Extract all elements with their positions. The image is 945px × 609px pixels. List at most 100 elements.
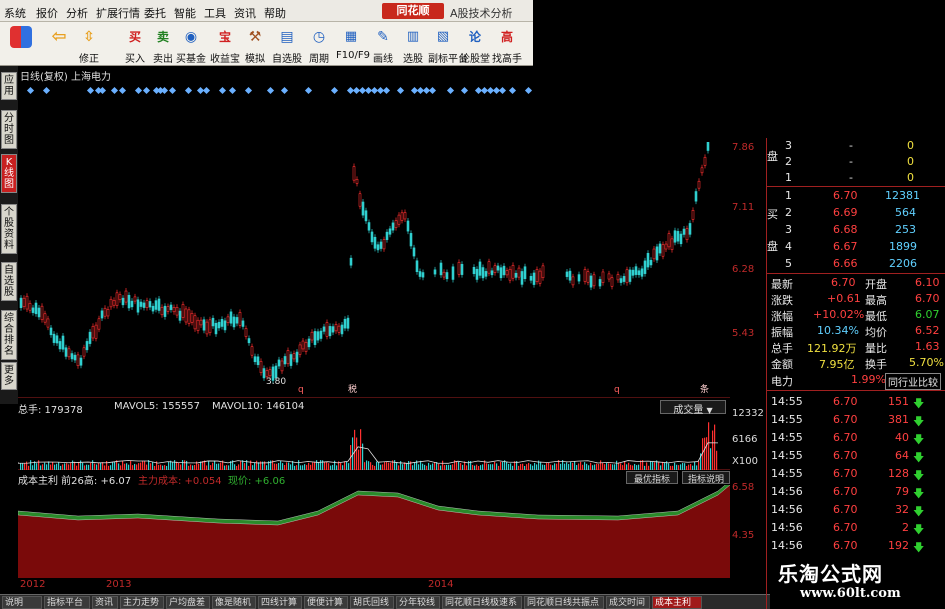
- bottom-tab[interactable]: 胡氏回线: [350, 596, 394, 609]
- event-diamond-icon[interactable]: [330, 86, 339, 95]
- menu-tools[interactable]: 工具: [204, 5, 226, 21]
- menu-news[interactable]: 资讯: [234, 5, 256, 21]
- volume-bar: [624, 461, 626, 470]
- tab-apps[interactable]: 应用: [1, 72, 17, 100]
- volume-bar: [382, 464, 384, 470]
- event-diamond-icon[interactable]: [42, 86, 51, 95]
- bottom-tab[interactable]: 像是随机: [212, 596, 256, 609]
- period-button[interactable]: ◷ 周期: [304, 24, 334, 65]
- bottom-tab[interactable]: 指标平台: [44, 596, 90, 609]
- volume-bar: [640, 460, 642, 470]
- tab-ranking[interactable]: 综合排名: [1, 310, 17, 360]
- back-button[interactable]: ⇦: [44, 24, 74, 64]
- best-indicator-button[interactable]: 最优指标: [626, 471, 678, 485]
- event-diamond-icon[interactable]: [110, 86, 119, 95]
- tab-watchlist[interactable]: 自选股: [1, 262, 17, 301]
- event-diamond-icon[interactable]: [428, 86, 437, 95]
- bottom-tab[interactable]: 说明: [2, 596, 42, 609]
- candle-body: [229, 311, 233, 324]
- menu-trade[interactable]: 委托: [144, 5, 166, 21]
- event-diamond-icon[interactable]: [134, 86, 143, 95]
- event-diamond-icon[interactable]: [446, 86, 455, 95]
- date-axis: 2012 2013 2014: [18, 578, 766, 592]
- menu-smart[interactable]: 智能: [174, 5, 196, 21]
- event-diamond-icon[interactable]: [396, 86, 405, 95]
- event-diamond-icon[interactable]: [508, 86, 517, 95]
- grid-button[interactable]: [6, 24, 36, 64]
- bottom-tab-active[interactable]: 成本主利: [652, 596, 702, 609]
- event-diamond-icon[interactable]: [460, 86, 469, 95]
- buy-row: 2 6.69 564: [785, 206, 916, 219]
- bottom-tab[interactable]: 便便计算: [304, 596, 348, 609]
- event-diamond-icon[interactable]: [280, 86, 289, 95]
- fund-icon: ◉: [184, 29, 198, 45]
- watchlist-button[interactable]: ▤ 自选股: [272, 24, 302, 65]
- event-diamond-icon[interactable]: [228, 86, 237, 95]
- volume-chart[interactable]: [18, 414, 730, 470]
- tab-kline[interactable]: K线图: [1, 154, 17, 193]
- candle-body: [292, 353, 296, 360]
- bottom-tab[interactable]: 户均盘差: [166, 596, 210, 609]
- buy-button[interactable]: 买 买入: [120, 24, 150, 65]
- event-diamond-icon[interactable]: [86, 86, 95, 95]
- event-diamond-icon[interactable]: [218, 86, 227, 95]
- bottom-tab[interactable]: 分年较线: [396, 596, 440, 609]
- volume-bar: [60, 465, 62, 470]
- yield-treasure-button[interactable]: 宝 收益宝: [210, 24, 240, 65]
- volume-bar: [532, 465, 534, 470]
- indicator-platform-button[interactable]: ▧ 副标平台: [428, 24, 468, 65]
- bottom-tab[interactable]: 资讯: [92, 596, 118, 609]
- bottom-tab[interactable]: 同花顺日线共振点: [524, 596, 604, 609]
- event-diamond-icon[interactable]: [184, 86, 193, 95]
- tab-stock-profile[interactable]: 个股资料: [1, 204, 17, 254]
- candle-body: [232, 316, 236, 328]
- cost-indicator-chart[interactable]: [18, 485, 730, 578]
- volume-bar: [288, 462, 290, 470]
- tab-intraday[interactable]: 分时图: [1, 110, 17, 149]
- event-diamond-icon[interactable]: [118, 86, 127, 95]
- event-diamond-icon[interactable]: [524, 86, 533, 95]
- event-diamond-icon[interactable]: [26, 86, 35, 95]
- kline-chart[interactable]: 3.80 q 税 q 条: [18, 142, 730, 398]
- event-diamond-icon[interactable]: [244, 86, 253, 95]
- indicator-help-button[interactable]: 指标说明: [682, 471, 730, 485]
- buy-row: 5 6.66 2206: [785, 257, 917, 270]
- f10-button[interactable]: ▦ F10/F9: [336, 24, 370, 64]
- event-diamond-icon[interactable]: [498, 86, 507, 95]
- draw-line-button[interactable]: ✎ 画线: [368, 24, 398, 65]
- simulate-button[interactable]: ⚒ 模拟: [240, 24, 270, 65]
- industry-compare-button[interactable]: 同行业比较: [885, 373, 941, 390]
- event-diamond-icon[interactable]: [168, 86, 177, 95]
- volume-bar: [186, 460, 188, 470]
- event-diamond-icon[interactable]: [382, 86, 391, 95]
- menu-help[interactable]: 帮助: [264, 5, 286, 21]
- bottom-tab[interactable]: 四线计算: [258, 596, 302, 609]
- candle-body: [367, 222, 371, 231]
- event-diamond-icon[interactable]: [304, 86, 313, 95]
- find-expert-button[interactable]: 高 找高手: [492, 24, 522, 65]
- event-diamond-icon[interactable]: [202, 86, 211, 95]
- event-diamond-icon[interactable]: [266, 86, 275, 95]
- event-diamond-icon[interactable]: [160, 86, 169, 95]
- event-diamond-icon[interactable]: [98, 86, 107, 95]
- menu-analysis[interactable]: 分析: [66, 5, 88, 21]
- menu-system[interactable]: 系统: [4, 5, 26, 21]
- discussion-button[interactable]: 论 论股堂: [460, 24, 490, 65]
- bottom-tab[interactable]: 同花顺日线极速系: [442, 596, 522, 609]
- volume-bar: [124, 463, 126, 470]
- menu-extended-quote[interactable]: 扩展行情: [96, 5, 140, 21]
- bottom-tab[interactable]: 主力走势: [120, 596, 164, 609]
- sell-button[interactable]: 卖 卖出: [148, 24, 178, 65]
- stock-picker-button[interactable]: ▥ 选股: [398, 24, 428, 65]
- revise-button[interactable]: ⇳ 修正: [74, 24, 104, 65]
- menu-quote[interactable]: 报价: [36, 5, 58, 21]
- event-diamond-icon[interactable]: [142, 86, 151, 95]
- candle-body: [679, 233, 683, 245]
- volume-bar: [468, 460, 470, 470]
- buy-fund-button[interactable]: ◉ 买基金: [176, 24, 206, 65]
- candle-body: [208, 319, 212, 333]
- tab-more[interactable]: 更多: [1, 362, 17, 390]
- bottom-tab[interactable]: 成交时间: [606, 596, 650, 609]
- indicator-dropdown[interactable]: 成交量 ▼: [660, 400, 726, 416]
- date-tick: 2012: [20, 579, 46, 590]
